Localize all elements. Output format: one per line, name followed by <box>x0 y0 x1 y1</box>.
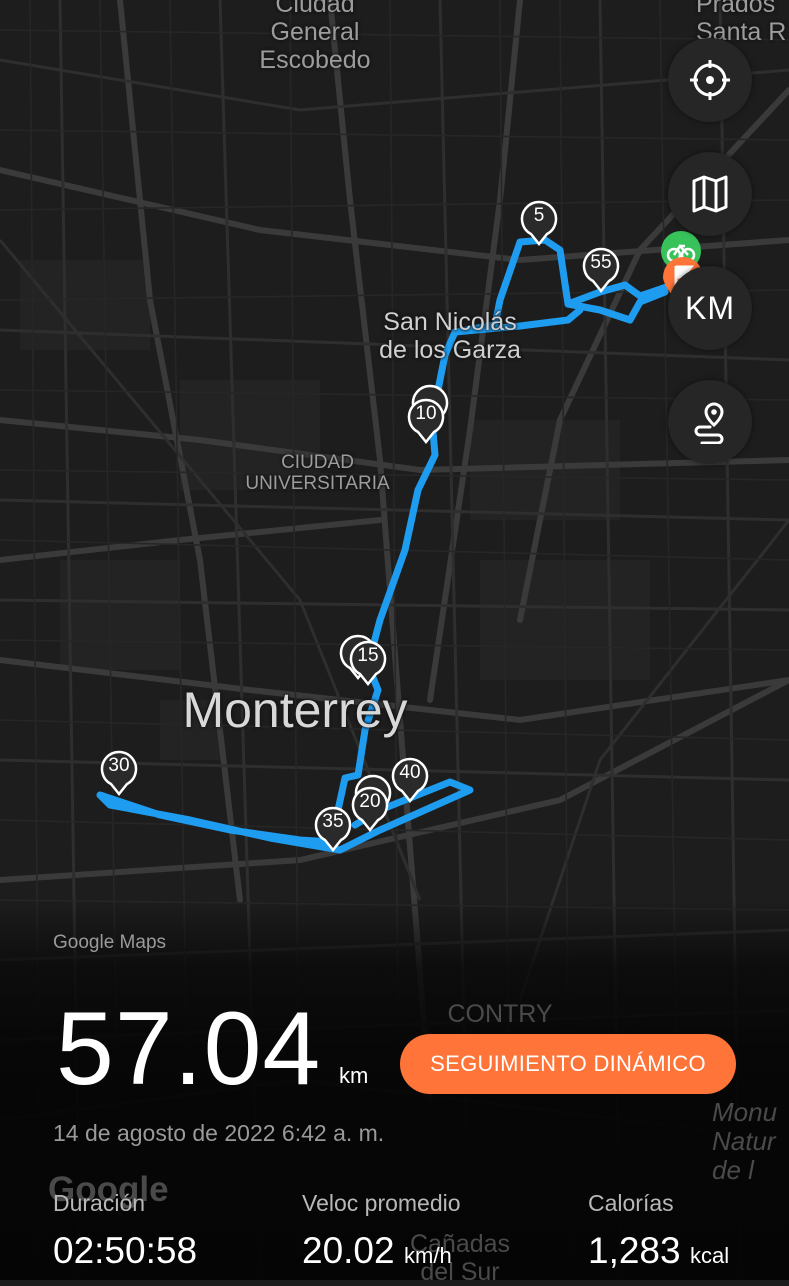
km-marker-15[interactable]: 15 <box>348 636 388 687</box>
map-icon <box>692 175 728 213</box>
km-marker-label: 40 <box>399 762 421 783</box>
stat-unit-calories: kcal <box>690 1243 730 1268</box>
stat-value-avg-speed: 20.02 <box>302 1230 395 1271</box>
place-label-monterrey: Monterrey <box>182 682 408 738</box>
place-label-contry: CONTRY <box>447 1000 553 1028</box>
route-icon <box>694 402 724 444</box>
km-marker-label: 30 <box>108 755 130 776</box>
km-marker-55[interactable]: 55 <box>581 243 621 294</box>
km-toggle-button[interactable]: KM <box>668 266 752 350</box>
activity-date: 14 de agosto de 2022 6:42 a. m. <box>53 1120 385 1146</box>
stat-value-duration: 02:50:58 <box>53 1230 198 1271</box>
km-marker-35[interactable]: 35 <box>313 802 353 853</box>
stat-value-calories: 1,283 <box>588 1230 681 1271</box>
route-button[interactable] <box>668 380 752 464</box>
km-marker-label: 20 <box>359 791 381 812</box>
km-marker-label: 5 <box>533 205 545 226</box>
stat-label-calories: Calorías <box>588 1190 674 1216</box>
stat-unit-avg-speed: km/h <box>404 1243 452 1268</box>
dynamic-tracking-button[interactable]: SEGUIMIENTO DINÁMICO <box>400 1034 736 1094</box>
place-label-san-nicolas: San Nicolás de los Garza <box>379 308 521 364</box>
distance-value: 57.04 <box>56 991 322 1107</box>
locate-button[interactable] <box>668 38 752 122</box>
stat-label-avg-speed: Veloc promedio <box>302 1190 461 1216</box>
km-marker-10[interactable]: 10 <box>406 394 446 445</box>
km-marker-label: 15 <box>357 645 379 666</box>
place-label-ciudad-universitaria: CIUDAD UNIVERSITARIA <box>245 452 390 495</box>
km-marker-20[interactable]: 20 <box>350 782 390 833</box>
distance-unit: km <box>339 1063 369 1088</box>
km-marker-label: 55 <box>590 252 612 273</box>
km-marker-30[interactable]: 30 <box>99 746 139 797</box>
google-maps-attribution: Google Maps <box>53 932 167 953</box>
crosshair-icon <box>690 60 730 100</box>
km-marker-5[interactable]: 5 <box>519 196 559 247</box>
km-toggle-label: KM <box>685 289 735 326</box>
km-marker-label: 35 <box>322 811 344 832</box>
place-label-monumento: Monu Natur de l <box>712 1097 778 1186</box>
map-type-button[interactable] <box>668 152 752 236</box>
km-marker-label: 10 <box>415 403 437 424</box>
km-marker-40[interactable]: 40 <box>390 753 430 804</box>
place-label-escobedo: Ciudad General Escobedo <box>259 0 371 74</box>
stat-label-duration: Duración <box>53 1190 146 1216</box>
